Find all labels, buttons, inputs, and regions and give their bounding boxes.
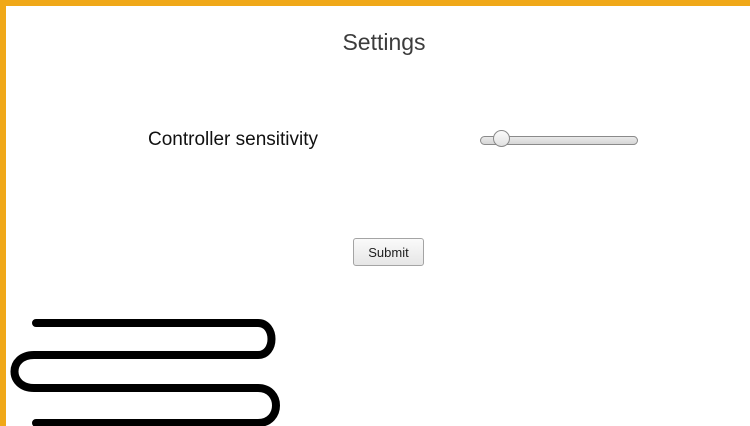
controller-sensitivity-slider[interactable]: [480, 130, 638, 150]
controller-sensitivity-label: Controller sensitivity: [148, 129, 318, 150]
hand-drawn-scribble: [10, 319, 280, 426]
slider-thumb[interactable]: [493, 130, 511, 147]
scribble-stroke: [10, 319, 280, 426]
submit-button[interactable]: Submit: [353, 238, 424, 266]
window-frame-top-border: [0, 0, 750, 6]
page-title: Settings: [342, 29, 426, 55]
